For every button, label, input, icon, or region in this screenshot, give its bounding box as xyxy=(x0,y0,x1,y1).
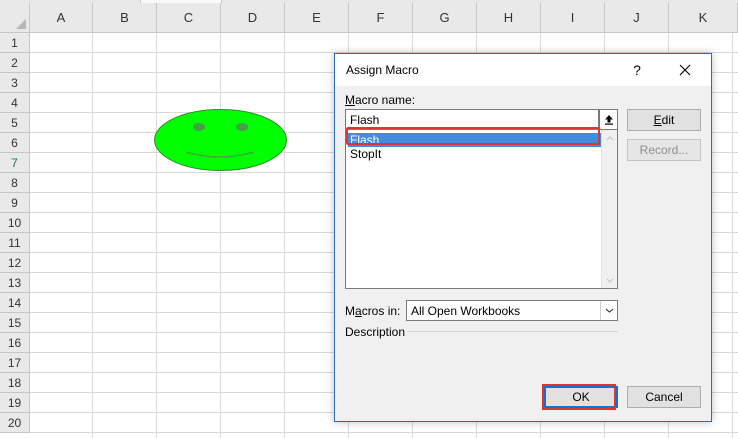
row-header-8[interactable]: 8 xyxy=(0,173,30,193)
edit-button-accel: E xyxy=(653,113,662,127)
macros-in-value: All Open Workbooks xyxy=(411,304,521,318)
selection-highlight-box xyxy=(346,127,600,145)
row-header-7[interactable]: 7 xyxy=(0,153,30,173)
row-header-16[interactable]: 16 xyxy=(0,333,30,353)
ok-highlight-box xyxy=(542,384,616,410)
help-icon: ? xyxy=(633,62,641,78)
macros-in-dropdown-button[interactable] xyxy=(600,301,617,320)
row-header-5[interactable]: 5 xyxy=(0,113,30,133)
macro-name-label: Macro name: xyxy=(345,93,415,107)
column-header-k[interactable]: K xyxy=(669,3,738,33)
column-header-h[interactable]: H xyxy=(477,3,541,33)
scroll-up-button[interactable] xyxy=(602,130,618,146)
smiley-right-eye-shape xyxy=(236,123,248,131)
macros-in-select[interactable]: All Open Workbooks xyxy=(406,300,618,321)
column-header-g[interactable]: G xyxy=(413,3,477,33)
row-header-4[interactable]: 4 xyxy=(0,93,30,113)
macros-in-label: Macros in: xyxy=(345,304,400,318)
macros-in-label-rest: cros in: xyxy=(361,304,401,318)
assign-macro-dialog: Assign Macro ? Macro name: Flash StopIt … xyxy=(334,53,712,422)
help-button[interactable]: ? xyxy=(625,58,649,82)
chevron-down-icon xyxy=(605,308,613,313)
description-label: Description xyxy=(345,325,406,339)
edit-button-rest: dit xyxy=(661,113,675,127)
description-divider xyxy=(407,331,618,332)
row-header-10[interactable]: 10 xyxy=(0,213,30,233)
column-header-j[interactable]: J xyxy=(605,3,669,33)
row-header-18[interactable]: 18 xyxy=(0,373,30,393)
close-button[interactable] xyxy=(673,58,697,82)
macro-list[interactable]: Flash StopIt xyxy=(345,129,618,289)
dialog-title: Assign Macro xyxy=(346,63,419,77)
column-header-e[interactable]: E xyxy=(285,3,349,33)
column-header-i[interactable]: I xyxy=(541,3,605,33)
row-header-2[interactable]: 2 xyxy=(0,53,30,73)
row-header-20[interactable]: 20 xyxy=(0,413,30,433)
row-header-14[interactable]: 14 xyxy=(0,293,30,313)
column-header-b[interactable]: B xyxy=(93,3,157,33)
smiley-left-eye-shape xyxy=(193,123,205,131)
upload-arrow-icon xyxy=(604,115,613,125)
row-header-9[interactable]: 9 xyxy=(0,193,30,213)
row-header-17[interactable]: 17 xyxy=(0,353,30,373)
row-header-15[interactable]: 15 xyxy=(0,313,30,333)
row-header-6[interactable]: 6 xyxy=(0,133,30,153)
row-header-13[interactable]: 13 xyxy=(0,273,30,293)
select-all-triangle-icon xyxy=(16,19,26,29)
column-header-f[interactable]: F xyxy=(349,3,413,33)
edit-button[interactable]: Edit xyxy=(627,109,701,131)
row-header-11[interactable]: 11 xyxy=(0,233,30,253)
row-header-12[interactable]: 12 xyxy=(0,253,30,273)
dialog-titlebar[interactable]: Assign Macro ? xyxy=(335,54,711,86)
select-all-corner[interactable] xyxy=(0,3,30,33)
cancel-button[interactable]: Cancel xyxy=(627,386,701,408)
column-header-d[interactable]: D xyxy=(221,3,285,33)
macro-list-scrollbar[interactable] xyxy=(601,130,617,288)
scroll-down-button[interactable] xyxy=(602,272,618,288)
macro-name-label-rest: acro name: xyxy=(355,93,416,107)
record-button[interactable]: Record... xyxy=(627,139,701,161)
smiley-face-shape[interactable] xyxy=(154,109,287,171)
macro-name-label-accel: M xyxy=(345,93,355,107)
row-header-3[interactable]: 3 xyxy=(0,73,30,93)
macro-list-item-stopit[interactable]: StopIt xyxy=(348,147,601,161)
chevron-up-icon xyxy=(606,135,614,140)
macros-in-label-accel: a xyxy=(355,304,362,318)
collapse-button[interactable] xyxy=(599,109,618,130)
column-header-c[interactable]: C xyxy=(157,3,221,33)
row-header-19[interactable]: 19 xyxy=(0,393,30,413)
column-header-a[interactable]: A xyxy=(30,3,93,33)
close-icon xyxy=(679,64,691,76)
smiley-shape[interactable] xyxy=(153,108,288,172)
row-header-1[interactable]: 1 xyxy=(0,33,30,53)
chevron-down-icon xyxy=(606,278,614,283)
macros-in-label-prefix: M xyxy=(345,304,355,318)
